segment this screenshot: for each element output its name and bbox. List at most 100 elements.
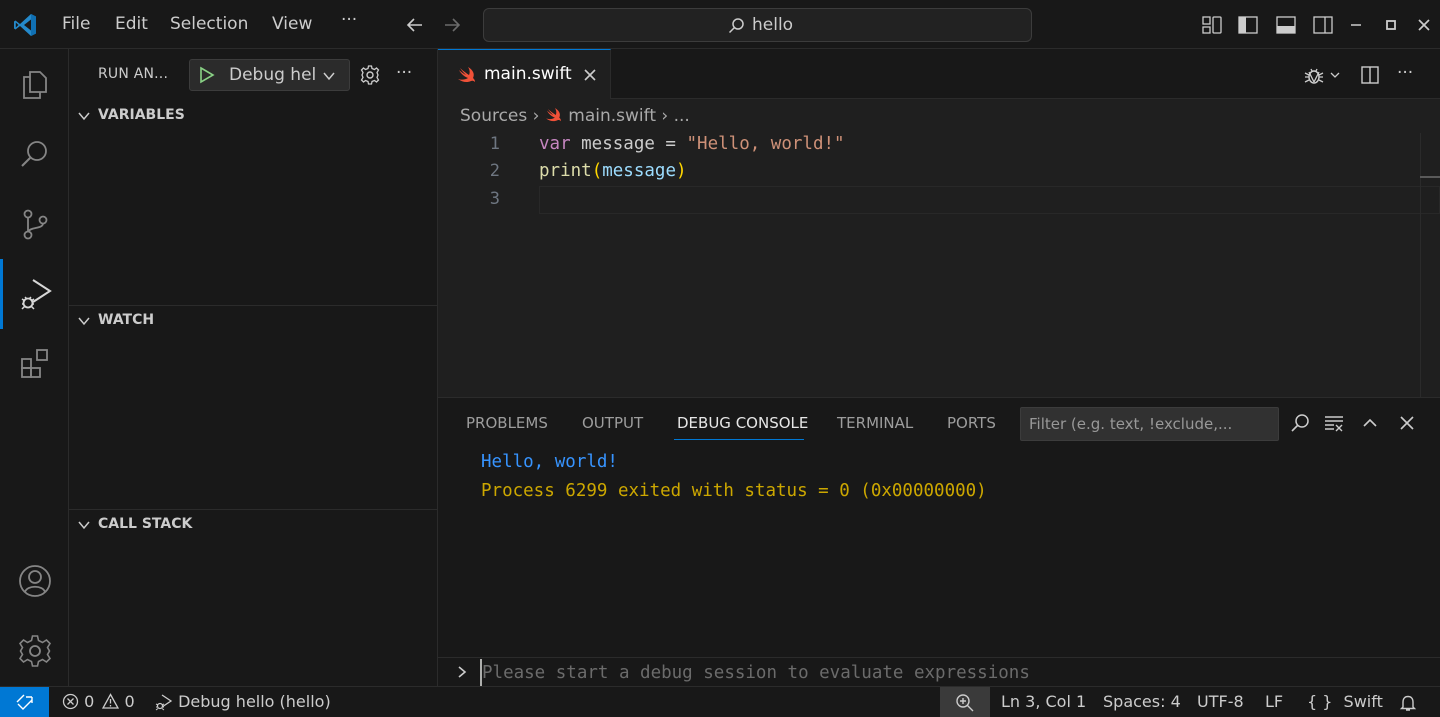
chevron-down-icon (78, 521, 90, 530)
tab-problems[interactable]: PROBLEMS (466, 414, 548, 432)
tab-terminal[interactable]: TERMINAL (837, 414, 913, 432)
code-line[interactable]: 2 print(message) (438, 158, 1420, 186)
swift-file-icon (458, 67, 475, 83)
indentation[interactable]: Spaces: 4 (1103, 692, 1181, 711)
call-stack-section-header[interactable]: CALL STACK (69, 513, 437, 537)
gear-icon[interactable] (359, 64, 381, 86)
title-bar: File Edit Selection View ··· hello (0, 0, 1440, 49)
close-panel-icon[interactable] (1396, 412, 1418, 434)
close-tab-icon[interactable] (583, 68, 597, 82)
debug-console-input[interactable] (480, 659, 1380, 687)
editor-group: main.swift ··· Sources › main.swift › ..… (438, 49, 1440, 397)
status-bar: 0 0 Debug hello (hello) Ln 3, Col 1 Spac… (0, 686, 1440, 717)
debug-bug-icon[interactable] (1302, 63, 1326, 87)
minimize-window-icon[interactable] (1345, 14, 1367, 36)
end-of-line[interactable]: LF (1265, 692, 1283, 711)
menu-file[interactable]: File (62, 14, 90, 34)
chevron-down-icon (323, 72, 335, 81)
console-process-line: Process 6299 exited with status = 0 (0x0… (481, 481, 987, 501)
toggle-secondary-sidebar-icon[interactable] (1312, 14, 1334, 36)
debug-configuration-label: Debug hel (229, 65, 317, 85)
watch-section-header[interactable]: WATCH (69, 309, 437, 333)
bottom-panel: PROBLEMS OUTPUT DEBUG CONSOLE TERMINAL P… (438, 397, 1440, 687)
chevron-down-icon (78, 317, 90, 326)
more-actions-icon[interactable]: ··· (1397, 63, 1413, 83)
cursor-position[interactable]: Ln 3, Col 1 (1001, 692, 1086, 711)
toggle-primary-sidebar-icon[interactable] (1237, 14, 1259, 36)
minimap-scrollbar[interactable] (1420, 133, 1440, 397)
account-icon (18, 565, 51, 597)
chevron-down-icon[interactable] (1329, 69, 1341, 81)
encoding[interactable]: UTF-8 (1197, 692, 1244, 711)
maximize-panel-icon[interactable] (1359, 412, 1381, 434)
debug-session-status[interactable]: Debug hello (hello) (155, 692, 331, 711)
bell-icon[interactable] (1398, 693, 1418, 713)
chevron-right-icon (458, 666, 467, 678)
gear-icon (18, 635, 51, 667)
run-and-debug-sidebar: RUN AN... Debug hel ··· VARIABLES WATCH … (69, 49, 438, 686)
command-center-search[interactable]: hello (483, 8, 1032, 42)
breadcrumb-folder[interactable]: Sources (460, 106, 527, 126)
identifier: message = (570, 134, 687, 154)
swift-file-icon (545, 108, 561, 122)
breadcrumb-file[interactable]: main.swift (568, 106, 656, 126)
code-line[interactable]: 1 var message = "Hello, world!" (438, 131, 1420, 159)
editor-tab-main-swift[interactable]: main.swift (438, 49, 611, 99)
more-actions-icon[interactable]: ··· (396, 63, 412, 83)
tab-label: main.swift (484, 64, 572, 84)
activity-bar (0, 49, 69, 686)
line-number: 2 (489, 161, 500, 181)
line-number: 1 (489, 134, 500, 154)
problems-status[interactable]: 0 0 (62, 692, 135, 711)
tab-output[interactable]: OUTPUT (582, 414, 643, 432)
menu-view[interactable]: View (272, 14, 312, 34)
run-debug-icon (21, 279, 52, 310)
clear-console-icon[interactable] (1323, 412, 1345, 434)
split-editor-icon[interactable] (1359, 64, 1381, 86)
breadcrumb-symbol[interactable]: ... (674, 106, 690, 126)
extensions-icon (20, 349, 48, 378)
warning-count: 0 (124, 692, 135, 711)
language-mode[interactable]: { } Swift (1307, 692, 1383, 711)
source-control-icon (23, 209, 47, 240)
console-filter-input[interactable] (1020, 407, 1279, 441)
zoom-icon (956, 693, 974, 711)
code-line[interactable]: 3 (438, 186, 1420, 214)
chevron-down-icon (78, 112, 90, 121)
menu-selection[interactable]: Selection (170, 14, 248, 34)
breadcrumb: Sources › main.swift › ... (460, 106, 690, 126)
tab-ports[interactable]: PORTS (947, 414, 996, 432)
scrollbar-cursor-marker (1420, 176, 1440, 178)
function-name: print (539, 161, 592, 181)
tab-debug-console[interactable]: DEBUG CONSOLE (677, 414, 808, 432)
explorer-button[interactable] (0, 49, 69, 119)
start-debugging-icon[interactable] (198, 66, 216, 84)
extensions-button[interactable] (0, 329, 69, 399)
paren: ( (591, 161, 603, 181)
search-view-button[interactable] (0, 119, 69, 189)
debug-console-input-area (438, 657, 1440, 687)
line-number: 3 (489, 189, 500, 209)
customize-layout-icon[interactable] (1201, 14, 1223, 36)
paren: ) (676, 161, 687, 181)
toggle-panel-icon[interactable] (1275, 14, 1297, 36)
vscode-logo-icon (14, 14, 36, 36)
maximize-window-icon[interactable] (1380, 14, 1402, 36)
debug-configuration-select[interactable]: Debug hel (189, 59, 350, 91)
search-icon (20, 141, 47, 167)
run-and-debug-button[interactable] (0, 259, 69, 329)
menu-edit[interactable]: Edit (115, 14, 148, 34)
files-icon (22, 71, 47, 99)
forward-arrow-icon[interactable] (441, 14, 463, 36)
zoom-button[interactable] (940, 687, 990, 717)
menu-more[interactable]: ··· (341, 10, 357, 30)
manage-button[interactable] (0, 616, 69, 686)
remote-indicator-button[interactable] (0, 687, 49, 717)
accounts-button[interactable] (0, 546, 69, 616)
close-window-icon[interactable] (1413, 14, 1435, 36)
source-control-button[interactable] (0, 189, 69, 259)
variables-section-header[interactable]: VARIABLES (69, 104, 437, 128)
back-arrow-icon[interactable] (404, 14, 426, 36)
debug-session-label: Debug hello (hello) (178, 692, 331, 711)
search-icon[interactable] (1289, 412, 1311, 434)
